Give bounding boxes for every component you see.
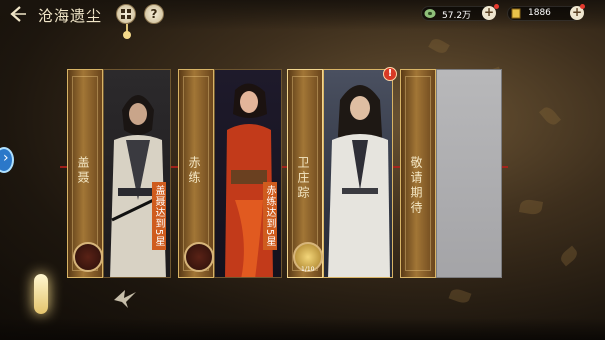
floor-shadow [0,318,605,340]
gold-ingot-icon [511,8,521,19]
ginkgo-leaf-decoration [448,286,472,306]
character-card-coming-soon: 敬请期待 [400,69,504,278]
character-card-chilian[interactable]: 赤练 赤练达到5星 [178,69,282,278]
help-icon: ? [150,7,158,21]
character-portrait [323,69,393,278]
resource-jade: 57.2万 + [421,6,496,21]
locked-medal-icon [73,242,103,272]
ginkgo-leaf-decoration [428,36,450,56]
side-expand-arrow-icon[interactable]: › [0,147,14,173]
progress-level-text: 1/10 [301,266,315,273]
alert-badge-icon: ! [383,67,397,81]
help-button[interactable]: ? [144,4,164,24]
pin-dot-decoration [123,31,131,39]
resource-gold: 1886 + [507,6,584,21]
character-name: 盖聂 [76,156,90,186]
paper-crane-icon [114,290,136,308]
lantern-decoration [34,274,48,314]
coming-soon-label: 敬请期待 [409,156,423,216]
ginkgo-leaf-decoration [538,104,562,128]
character-name: 赤练 [187,156,201,186]
back-arrow-icon[interactable] [8,4,30,24]
character-card-gainie[interactable]: 盖聂 盖聂达到5星 [67,69,171,278]
locked-medal-icon [184,242,214,272]
character-name: 卫庄踪 [296,156,310,201]
unlock-requirement-badge: 盖聂达到5星 [152,182,166,251]
character-card-weizhuang[interactable]: 卫庄踪 1/10 ! [287,67,397,278]
unlock-requirement-badge: 赤练达到5星 [263,182,277,251]
jade-value: 57.2万 [442,11,472,21]
page-title: 沧海遗尘 [38,7,103,25]
gold-value: 1886 [528,8,551,18]
character-portrait: 盖聂达到5星 [103,69,171,278]
notification-dot [580,4,585,9]
jade-coin-icon [424,9,436,18]
notification-dot [494,4,499,9]
ginkgo-leaf-decoration [518,198,544,216]
ginkgo-leaf-decoration [558,245,580,267]
empty-portrait-slot [436,69,502,278]
grid-menu-icon[interactable] [116,4,136,24]
character-portrait: 赤练达到5星 [214,69,282,278]
card-banner: 敬请期待 [400,69,436,278]
